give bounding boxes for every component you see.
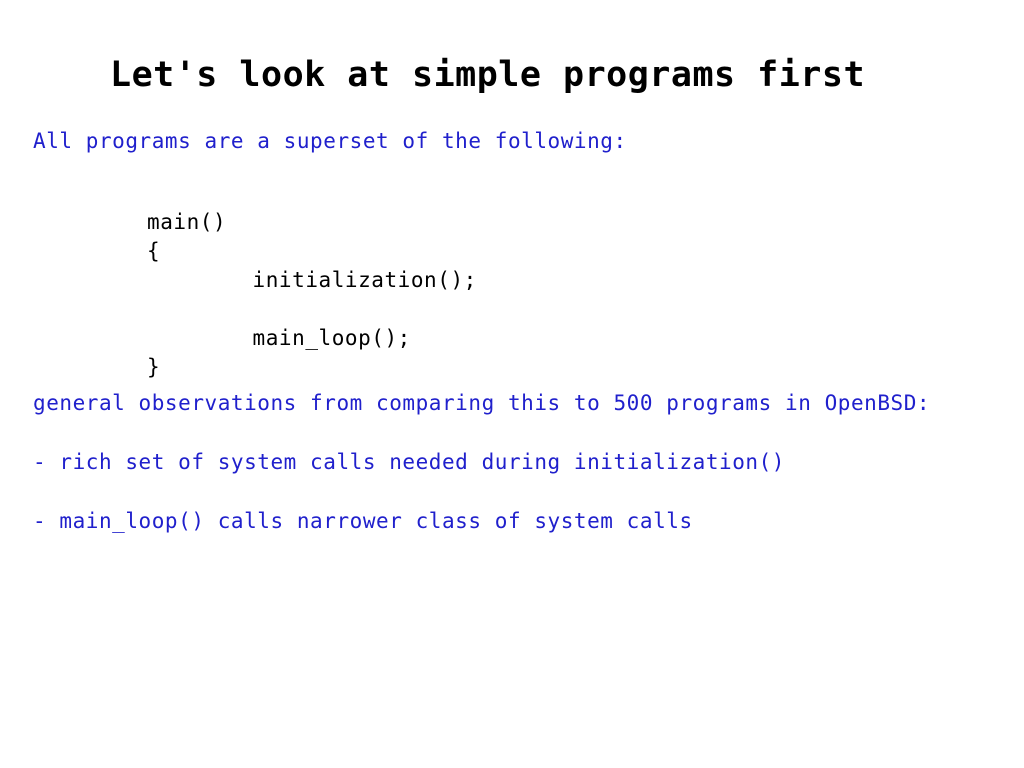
- code-block: main() { initialization(); main_loop();}: [147, 208, 477, 382]
- presentation-slide: Let's look at simple programs first All …: [0, 0, 1024, 768]
- bullet-item: - rich set of system calls needed during…: [33, 450, 786, 474]
- bullet-item: - main_loop() calls narrower class of sy…: [33, 509, 693, 533]
- code-line: }: [147, 355, 161, 379]
- code-line: {: [147, 239, 161, 263]
- observations-heading: general observations from comparing this…: [33, 391, 931, 415]
- page-title: Let's look at simple programs first: [110, 55, 866, 96]
- code-line: main(): [147, 210, 227, 234]
- intro-text: All programs are a superset of the follo…: [33, 129, 627, 153]
- code-line: initialization();: [147, 268, 477, 292]
- code-line: main_loop();: [147, 326, 411, 350]
